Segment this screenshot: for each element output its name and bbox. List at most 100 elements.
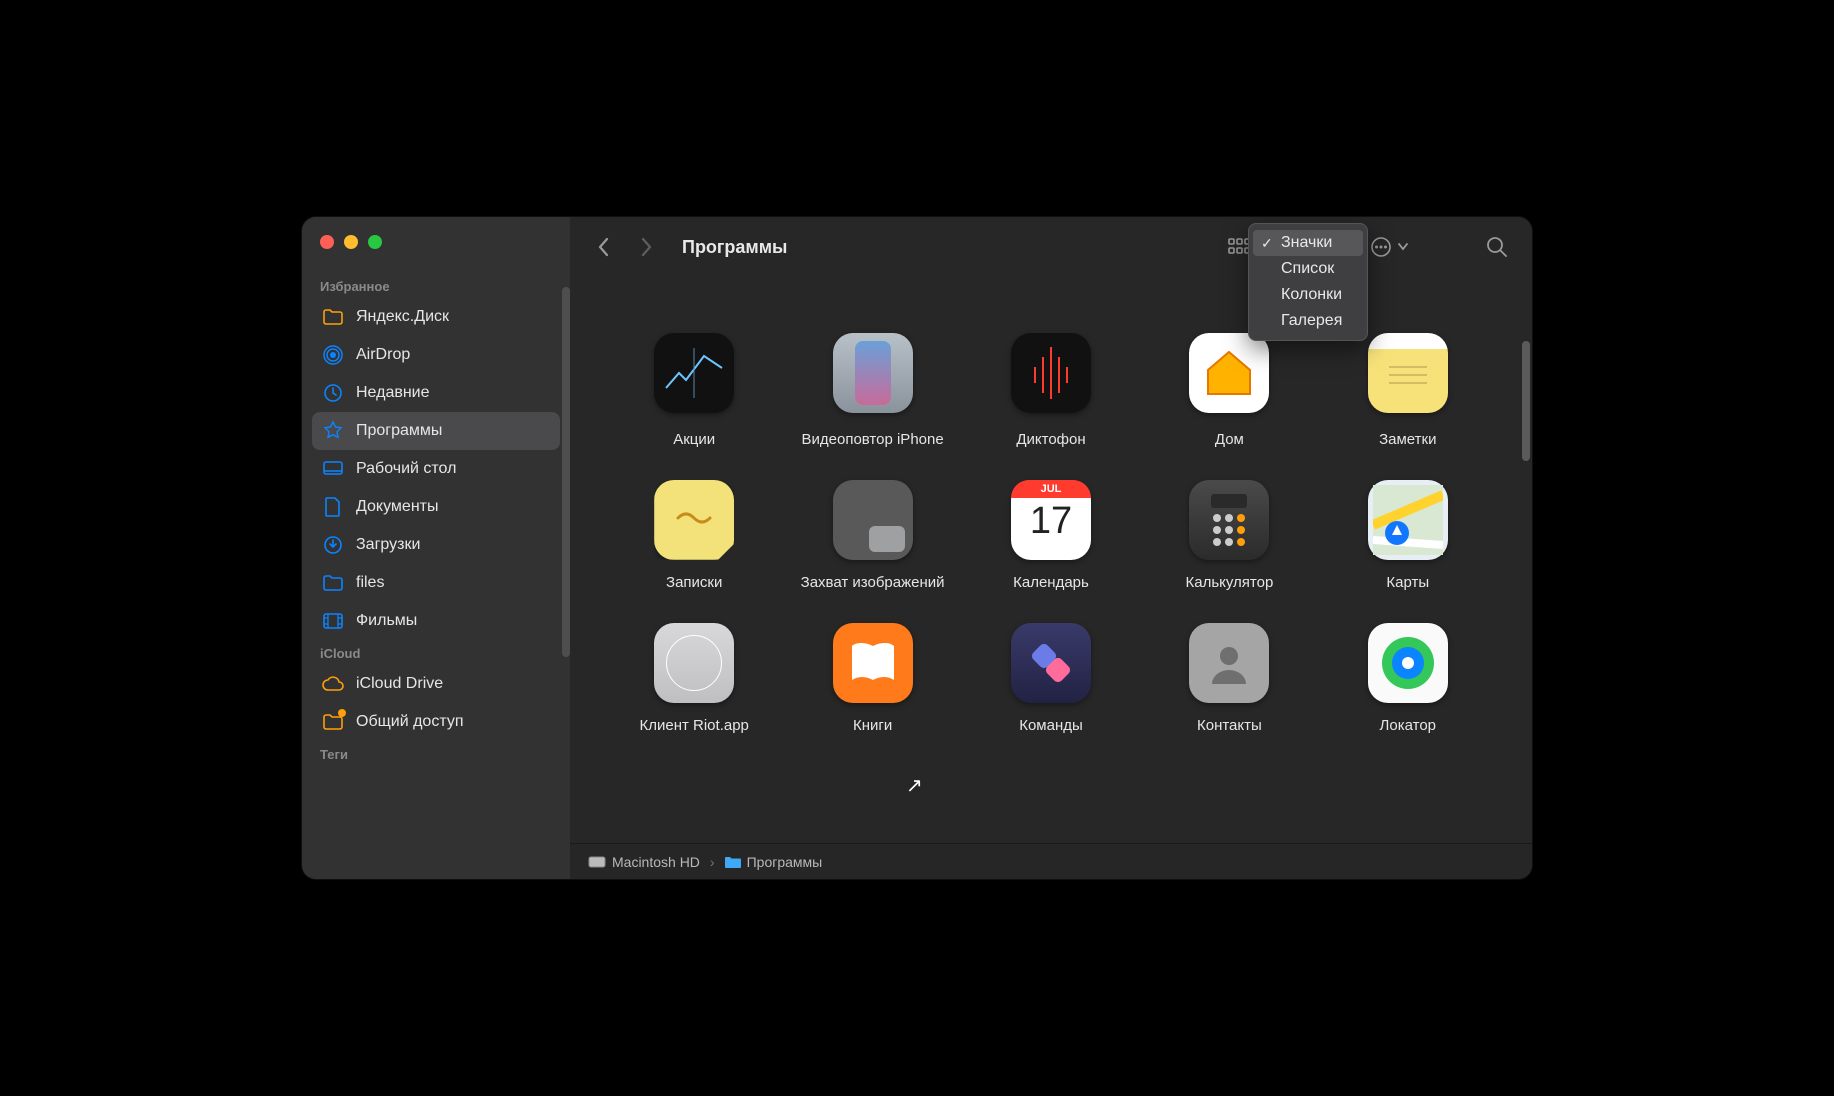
app-icon xyxy=(654,480,734,560)
sidebar-item-shared[interactable]: Общий доступ xyxy=(312,703,560,741)
sidebar-item-yandex-disk[interactable]: Яндекс.Диск xyxy=(312,298,560,336)
close-window-button[interactable] xyxy=(320,235,334,249)
sidebar-item-applications[interactable]: Программы xyxy=(312,412,560,450)
sidebar-item-label: Документы xyxy=(356,498,438,516)
app-label: Калькулятор xyxy=(1185,574,1273,593)
view-option-Галерея[interactable]: Галерея xyxy=(1253,308,1363,334)
sidebar-item-movies[interactable]: Фильмы xyxy=(312,602,560,640)
app-label: Акции xyxy=(673,431,715,450)
maximize-window-button[interactable] xyxy=(368,235,382,249)
app-label: Записки xyxy=(666,574,722,593)
window-title: Программы xyxy=(682,237,787,258)
sidebar-item-airdrop[interactable]: AirDrop xyxy=(312,336,560,374)
app-label: Заметки xyxy=(1379,431,1436,450)
path-segment[interactable]: Программы xyxy=(725,854,823,870)
app-label: Команды xyxy=(1019,717,1083,736)
sidebar-scrollbar[interactable] xyxy=(562,287,570,657)
app-item[interactable]: Записки xyxy=(610,474,778,593)
app-item[interactable]: Диктофон xyxy=(967,323,1135,450)
app-label: Видеоповтор iPhone xyxy=(802,431,944,450)
app-label: Локатор xyxy=(1380,717,1436,736)
app-label: Дом xyxy=(1215,431,1244,450)
sidebar-item-label: Программы xyxy=(356,422,442,440)
sidebar-item-desktop[interactable]: Рабочий стол xyxy=(312,450,560,488)
nav-forward-button[interactable] xyxy=(632,233,660,261)
hdd-icon xyxy=(588,855,606,869)
cloud-icon xyxy=(322,673,344,695)
sidebar-section-label: iCloud xyxy=(302,640,570,665)
toolbar: Программы xyxy=(570,217,1532,277)
path-separator-icon: › xyxy=(710,854,715,870)
sidebar-item-label: Общий доступ xyxy=(356,713,464,731)
sidebar-section-label: Избранное xyxy=(302,273,570,298)
desktop-icon xyxy=(322,458,344,480)
app-label: Контакты xyxy=(1197,717,1262,736)
content-scrollbar[interactable] xyxy=(1522,341,1530,461)
search-button[interactable] xyxy=(1482,234,1512,260)
app-item[interactable]: Контакты xyxy=(1145,617,1313,736)
sidebar-item-documents[interactable]: Документы xyxy=(312,488,560,526)
app-item[interactable]: Книги xyxy=(788,617,956,736)
view-mode-menu: ЗначкиСписокКолонкиГалерея xyxy=(1248,223,1368,341)
view-option-Значки[interactable]: Значки xyxy=(1253,230,1363,256)
folder-icon xyxy=(322,306,344,328)
app-icon xyxy=(1189,333,1269,413)
app-item[interactable]: JUL17 Календарь xyxy=(967,474,1135,593)
sidebar-section-label: Теги xyxy=(302,741,570,766)
app-icon xyxy=(1368,623,1448,703)
sidebar-item-files[interactable]: files xyxy=(312,564,560,602)
app-item[interactable]: Дом xyxy=(1145,323,1313,450)
app-label: Диктофон xyxy=(1016,431,1085,450)
app-icon xyxy=(654,623,734,703)
folder-icon xyxy=(322,572,344,594)
app-icon: JUL17 xyxy=(1011,480,1091,560)
app-item[interactable]: Локатор xyxy=(1324,617,1492,736)
app-icon xyxy=(1189,480,1269,560)
film-icon xyxy=(322,610,344,632)
sidebar-item-downloads[interactable]: Загрузки xyxy=(312,526,560,564)
sidebar-item-label: Рабочий стол xyxy=(356,460,456,478)
app-item[interactable]: Заметки xyxy=(1324,323,1492,450)
path-bar: Macintosh HD › Программы xyxy=(570,843,1532,879)
view-option-Список[interactable]: Список xyxy=(1253,256,1363,282)
nav-back-button[interactable] xyxy=(590,233,618,261)
app-item[interactable]: Захват изображений xyxy=(788,474,956,593)
sidebar-item-icloud-drive[interactable]: iCloud Drive xyxy=(312,665,560,703)
app-icon xyxy=(1189,623,1269,703)
path-segment[interactable]: Macintosh HD xyxy=(588,854,700,870)
finder-window: Избранное Яндекс.Диск AirDropНедавние Прогр… xyxy=(302,217,1532,879)
sidebar-item-label: Яндекс.Диск xyxy=(356,308,449,326)
sidebar-item-recent[interactable]: Недавние xyxy=(312,374,560,412)
app-item[interactable]: Акции xyxy=(610,323,778,450)
sidebar-item-label: files xyxy=(356,574,384,592)
app-item[interactable]: Клиент Riot.app xyxy=(610,617,778,736)
sidebar: Избранное Яндекс.Диск AirDropНедавние Прогр… xyxy=(302,217,570,879)
app-item[interactable]: Калькулятор xyxy=(1145,474,1313,593)
actions-button[interactable] xyxy=(1370,234,1408,260)
app-label: Календарь xyxy=(1013,574,1089,593)
app-icon xyxy=(833,480,913,560)
app-icon xyxy=(1368,333,1448,413)
app-icon xyxy=(1011,333,1091,413)
sidebar-item-label: iCloud Drive xyxy=(356,675,443,693)
minimize-window-button[interactable] xyxy=(344,235,358,249)
app-item[interactable]: Команды xyxy=(967,617,1135,736)
sidebar-item-label: Фильмы xyxy=(356,612,417,630)
clock-icon xyxy=(322,382,344,404)
airdrop-icon xyxy=(322,344,344,366)
doc-icon xyxy=(322,496,344,518)
app-icon xyxy=(654,333,734,413)
app-icon xyxy=(1011,623,1091,703)
app-grid: Акции Видеоповтор iPhone Диктофон Дом Заметк… xyxy=(570,277,1532,755)
app-item[interactable]: Видеоповтор iPhone xyxy=(788,323,956,450)
window-controls xyxy=(302,235,570,249)
app-icon xyxy=(1368,480,1448,560)
chevron-down-icon xyxy=(1398,243,1408,251)
view-option-Колонки[interactable]: Колонки xyxy=(1253,282,1363,308)
app-item[interactable]: Карты xyxy=(1324,474,1492,593)
folder-icon xyxy=(725,856,741,868)
app-label: Клиент Riot.app xyxy=(639,717,748,736)
app-label: Захват изображений xyxy=(801,574,945,593)
main-pane: Программы ЗначкиСписок xyxy=(570,217,1532,879)
app-icon xyxy=(833,333,913,413)
